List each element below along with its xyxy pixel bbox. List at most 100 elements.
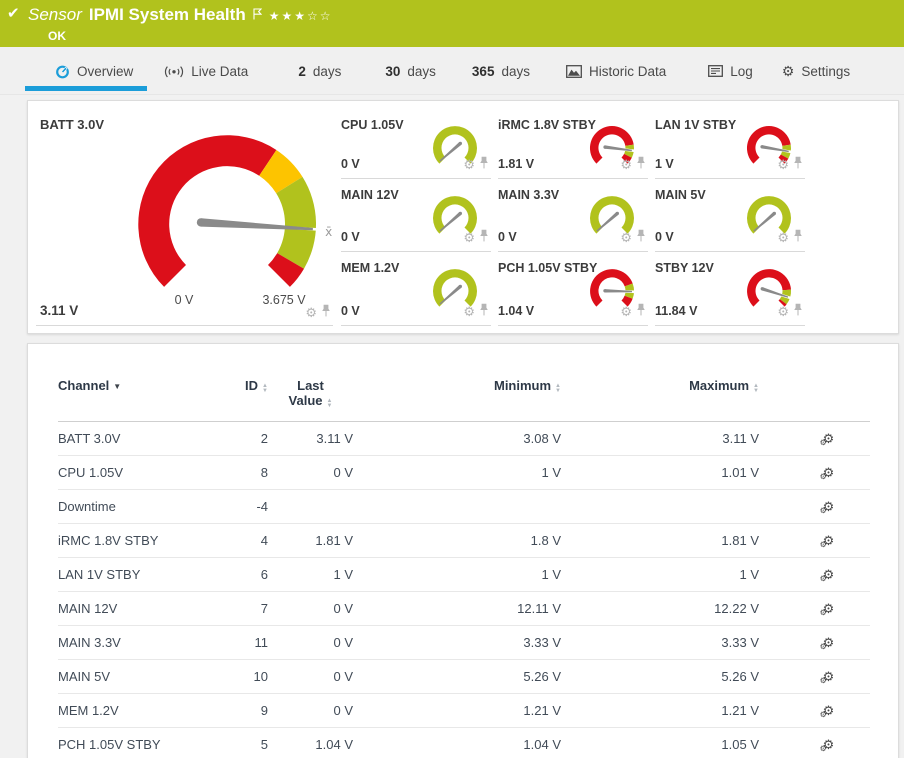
- table-row[interactable]: MEM 1.2V 9 0 V 1.21 V 1.21 V ⚙⚙: [58, 694, 870, 728]
- channel-name[interactable]: LAN 1V STBY: [58, 558, 228, 592]
- gauge-title: CPU 1.05V: [341, 118, 404, 132]
- channel-last-value: 0 V: [268, 694, 353, 728]
- table-row[interactable]: iRMC 1.8V STBY 4 1.81 V 1.8 V 1.81 V ⚙⚙: [58, 524, 870, 558]
- channel-id: 7: [228, 592, 268, 626]
- pin-icon[interactable]: [321, 304, 331, 320]
- pin-icon[interactable]: [636, 303, 646, 319]
- tab-log[interactable]: Log: [708, 47, 753, 95]
- tab-live-data[interactable]: Live Data: [164, 47, 248, 95]
- tab-2-days[interactable]: 2 days: [298, 47, 341, 95]
- pin-icon[interactable]: [793, 156, 803, 172]
- table-row[interactable]: BATT 3.0V 2 3.11 V 3.08 V 3.11 V ⚙⚙: [58, 422, 870, 456]
- table-row[interactable]: CPU 1.05V 8 0 V 1 V 1.01 V ⚙⚙: [58, 456, 870, 490]
- tab-365-days[interactable]: 365 days: [472, 47, 530, 95]
- tab-label: Settings: [801, 64, 850, 79]
- gauge-settings-icon[interactable]: ⚙: [777, 158, 789, 171]
- table-row[interactable]: MAIN 5V 10 0 V 5.26 V 5.26 V ⚙⚙: [58, 660, 870, 694]
- channel-settings-icon[interactable]: ⚙⚙: [823, 704, 835, 717]
- gauge-cell: MAIN 5V 0 V ⚙: [655, 179, 805, 252]
- page-title: IPMI System Health: [89, 5, 246, 25]
- status-check-icon: ✔: [7, 4, 20, 22]
- table-row[interactable]: MAIN 3.3V 11 0 V 3.33 V 3.33 V ⚙⚙: [58, 626, 870, 660]
- channel-id: -4: [228, 490, 268, 524]
- channel-id: 8: [228, 456, 268, 490]
- gauge-value: 0 V: [341, 157, 360, 171]
- gauge-settings-icon[interactable]: ⚙: [620, 231, 632, 244]
- gauge-settings-icon[interactable]: ⚙: [305, 306, 317, 319]
- pin-icon[interactable]: [636, 156, 646, 172]
- channel-last-value: 0 V: [268, 660, 353, 694]
- channel-settings-icon[interactable]: ⚙⚙: [823, 534, 835, 547]
- pin-icon[interactable]: [793, 229, 803, 245]
- channel-maximum: 3.11 V: [561, 422, 759, 456]
- gauge-settings-icon[interactable]: ⚙: [463, 158, 475, 171]
- table-header-row: Channel▼ ID▲▼ Last Value▲▼ Minimum▲▼ Max…: [58, 344, 870, 422]
- gauge-value: 0 V: [341, 304, 360, 318]
- channel-last-value: [268, 490, 353, 524]
- gauge-value: 3.11 V: [40, 303, 78, 318]
- table-row[interactable]: Downtime -4 ⚙⚙: [58, 490, 870, 524]
- table-row[interactable]: MAIN 12V 7 0 V 12.11 V 12.22 V ⚙⚙: [58, 592, 870, 626]
- channel-name[interactable]: CPU 1.05V: [58, 456, 228, 490]
- pin-icon[interactable]: [479, 303, 489, 319]
- channel-settings-icon[interactable]: ⚙⚙: [823, 602, 835, 615]
- channel-name[interactable]: MAIN 12V: [58, 592, 228, 626]
- channel-id: 4: [228, 524, 268, 558]
- channel-settings-icon[interactable]: ⚙⚙: [823, 636, 835, 649]
- channel-minimum: 1.04 V: [353, 728, 561, 758]
- tab-historic-data[interactable]: Historic Data: [566, 47, 666, 95]
- channel-maximum: 1.01 V: [561, 456, 759, 490]
- channel-settings-icon[interactable]: ⚙⚙: [823, 738, 835, 751]
- channel-name[interactable]: MAIN 3.3V: [58, 626, 228, 660]
- gauge-settings-icon[interactable]: ⚙: [620, 158, 632, 171]
- channel-name[interactable]: Downtime: [58, 490, 228, 524]
- column-header-actions: [759, 344, 870, 422]
- sensor-status-badge: OK: [48, 29, 904, 43]
- column-header-id[interactable]: ID▲▼: [228, 344, 268, 422]
- channel-name[interactable]: MAIN 5V: [58, 660, 228, 694]
- channel-id: 6: [228, 558, 268, 592]
- column-header-channel[interactable]: Channel▼: [58, 344, 228, 422]
- gauge-settings-icon[interactable]: ⚙: [777, 305, 789, 318]
- pin-icon[interactable]: [636, 229, 646, 245]
- gauge-settings-icon[interactable]: ⚙: [620, 305, 632, 318]
- gauge-settings-icon[interactable]: ⚙: [777, 231, 789, 244]
- historic-chart-icon: [566, 65, 582, 78]
- tab-overview[interactable]: Overview: [25, 47, 147, 95]
- channel-last-value: 0 V: [268, 456, 353, 490]
- flag-icon[interactable]: [253, 6, 262, 26]
- sort-icon: ▲▼: [753, 384, 759, 394]
- channel-name[interactable]: BATT 3.0V: [58, 422, 228, 456]
- priority-stars[interactable]: ★★★☆☆: [269, 6, 333, 26]
- column-header-maximum[interactable]: Maximum▲▼: [561, 344, 759, 422]
- tab-label: days: [407, 64, 436, 79]
- channel-settings-icon[interactable]: ⚙⚙: [823, 568, 835, 581]
- tab-label: days: [501, 64, 530, 79]
- channel-name[interactable]: PCH 1.05V STBY: [58, 728, 228, 758]
- column-header-minimum[interactable]: Minimum▲▼: [353, 344, 561, 422]
- tab-30-days[interactable]: 30 days: [385, 47, 436, 95]
- sort-icon: ▲▼: [555, 384, 561, 394]
- table-row[interactable]: PCH 1.05V STBY 5 1.04 V 1.04 V 1.05 V ⚙⚙: [58, 728, 870, 758]
- channel-maximum: [561, 490, 759, 524]
- pin-icon[interactable]: [479, 156, 489, 172]
- column-header-last-value[interactable]: Last Value▲▼: [268, 344, 353, 422]
- channel-minimum: 3.08 V: [353, 422, 561, 456]
- channel-settings-icon[interactable]: ⚙⚙: [823, 500, 835, 513]
- channel-settings-icon[interactable]: ⚙⚙: [823, 670, 835, 683]
- pin-icon[interactable]: [479, 229, 489, 245]
- channel-settings-icon[interactable]: ⚙⚙: [823, 432, 835, 445]
- channel-name[interactable]: MEM 1.2V: [58, 694, 228, 728]
- gauge-title: LAN 1V STBY: [655, 118, 736, 132]
- channel-settings-icon[interactable]: ⚙⚙: [823, 466, 835, 479]
- gauge-cell: CPU 1.05V 0 V ⚙: [341, 109, 491, 179]
- table-row[interactable]: LAN 1V STBY 6 1 V 1 V 1 V ⚙⚙: [58, 558, 870, 592]
- gauge-value: 0 V: [498, 230, 517, 244]
- channel-name[interactable]: iRMC 1.8V STBY: [58, 524, 228, 558]
- gauge-settings-icon[interactable]: ⚙: [463, 231, 475, 244]
- tab-settings[interactable]: ⚙ Settings: [782, 47, 850, 95]
- pin-icon[interactable]: [793, 303, 803, 319]
- channel-maximum: 1.21 V: [561, 694, 759, 728]
- primary-gauge: x̄: [36, 101, 341, 320]
- gauge-settings-icon[interactable]: ⚙: [463, 305, 475, 318]
